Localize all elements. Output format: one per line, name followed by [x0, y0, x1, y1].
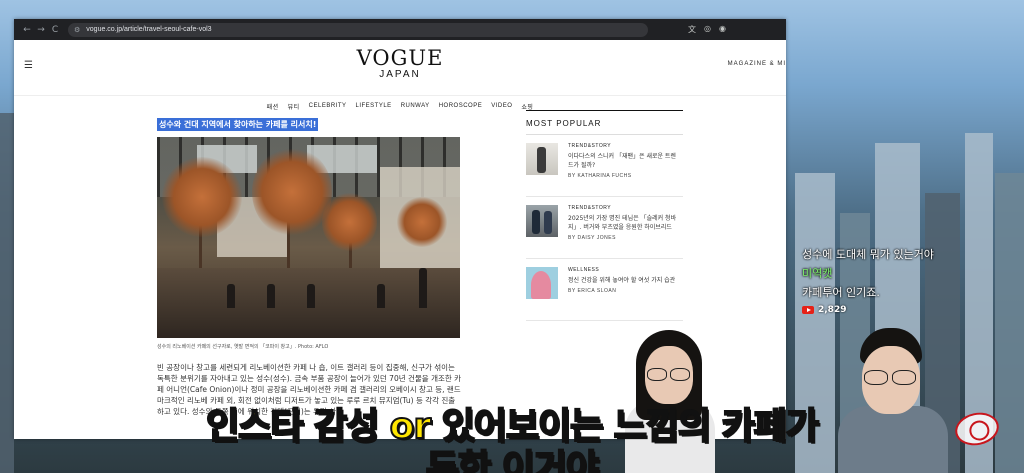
popular-item[interactable]: WELLNESS 정신 건강을 위해 놓여야 할 여섯 가지 습관 BY ERI…: [526, 259, 683, 321]
video-overlay-text: 성수에 도대체 뭐가 있는거야 미역캣 카페투어 인기죠. 2,829: [802, 245, 934, 315]
photo-caption: 성수의 리노베이션 카페의 선구자로, 옛발 면적의 「코파이 창고」. Pho…: [157, 344, 329, 350]
nav-item-celebrity[interactable]: CELEBRITY: [309, 103, 347, 109]
subtitle-line-1: 인스타 감성 or 있어보이는 느낌의 카페가: [205, 405, 820, 448]
popular-title[interactable]: 이다다스의 스니커 「재팬」은 새로운 트렌드가 될까?: [568, 152, 680, 170]
nav-item-runway[interactable]: RUNWAY: [401, 103, 430, 109]
popular-thumbnail[interactable]: [526, 267, 558, 299]
popular-item[interactable]: TREND&STORY 2025년의 가장 명진 테님은 「슬레커 청바지」. …: [526, 197, 683, 259]
nav-item-lifestyle[interactable]: LIFESTYLE: [356, 103, 392, 109]
nav-item-horoscope[interactable]: HOROSCOPE: [439, 103, 483, 109]
back-icon[interactable]: ←: [20, 25, 34, 35]
popular-thumbnail[interactable]: [526, 143, 558, 175]
eye-off-icon[interactable]: ◎: [704, 24, 711, 35]
highlighted-heading[interactable]: 성수와 건대 지역에서 찾아하는 카페를 리서치!: [157, 118, 319, 131]
view-count: 2,829: [818, 305, 847, 315]
youtube-icon: [802, 306, 814, 314]
site-header: ☰ VOGUE JAPAN MAGAZINE & MI: [14, 40, 786, 96]
most-popular-sidebar: MOST POPULAR TREND&STORY 이다다스의 스니커 「재팬」은…: [526, 110, 683, 321]
popular-author: BY ERICA SLOAN: [568, 288, 617, 294]
article-body: 성수와 건대 지역에서 찾아하는 카페를 리서치! 성수의 리노베이션 카페의 …: [157, 112, 462, 417]
overlay-line-2: 미역캣: [802, 267, 833, 280]
popular-category: TREND&STORY: [568, 143, 612, 149]
cafe-photo: [157, 137, 460, 338]
popular-title[interactable]: 정신 건강을 위해 놓여야 할 여섯 가지 습관: [568, 276, 680, 285]
view-count-badge: 2,829: [802, 305, 934, 315]
nav-item-beauty[interactable]: 뷰티: [288, 102, 300, 111]
vogue-japan-logo[interactable]: VOGUE JAPAN: [14, 47, 786, 81]
address-bar[interactable]: ⚙ vogue.co.jp/article/travel-seoul-cafe-…: [68, 22, 648, 37]
translate-icon[interactable]: 文: [688, 24, 696, 35]
url-text: vogue.co.jp/article/travel-seoul-cafe-vo…: [86, 26, 212, 33]
popular-item[interactable]: TREND&STORY 이다다스의 스니커 「재팬」은 새로운 트렌드가 될까?…: [526, 135, 683, 197]
extension-icon[interactable]: ◉: [719, 24, 726, 35]
popular-thumbnail[interactable]: [526, 205, 558, 237]
subtitle-line-2: 두한 이거야: [425, 447, 600, 473]
popular-title[interactable]: 2025년의 가장 명진 테님은 「슬레커 청바지」. 버거와 부츠였을 응원한…: [568, 214, 680, 232]
reload-icon[interactable]: C: [48, 25, 62, 35]
overlay-line-1: 성수에 도대체 뭐가 있는거야: [802, 248, 934, 261]
popular-category: WELLNESS: [568, 267, 600, 273]
popular-author: BY DAISY JONES: [568, 235, 616, 241]
popular-author: BY KATHARINA FUCHS: [568, 173, 632, 179]
forward-icon[interactable]: →: [34, 25, 48, 35]
magazine-link[interactable]: MAGAZINE & MI: [728, 61, 786, 67]
nav-item-video[interactable]: VIDEO: [491, 103, 512, 109]
popular-category: TREND&STORY: [568, 205, 612, 211]
site-info-icon[interactable]: ⚙: [74, 26, 80, 34]
most-popular-heading: MOST POPULAR: [526, 119, 683, 135]
browser-toolbar: ← → C ⚙ vogue.co.jp/article/travel-seoul…: [14, 19, 786, 40]
overlay-line-3: 카페투어 인기죠.: [802, 286, 880, 299]
nav-item-fashion[interactable]: 패션: [267, 102, 279, 111]
